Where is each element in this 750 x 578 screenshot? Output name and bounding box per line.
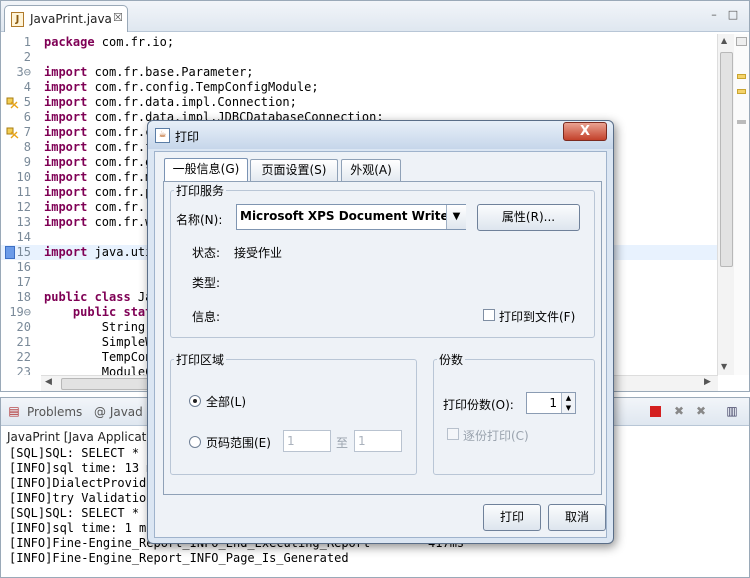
- tab-problems[interactable]: Problems: [27, 405, 82, 419]
- scroll-down-icon[interactable]: ▼: [721, 362, 727, 371]
- type-label: 类型:: [192, 276, 221, 290]
- all-label[interactable]: 全部(L): [206, 393, 246, 410]
- dialog-title-bar[interactable]: ☕ 打印 X: [148, 121, 613, 149]
- maximize-icon[interactable]: □: [725, 8, 741, 22]
- copies-value: 1: [549, 396, 557, 410]
- range-from-input[interactable]: 1: [283, 430, 331, 452]
- radio-dot: [193, 399, 197, 403]
- console-line: [INFO]Fine-Engine_Report_INFO_Page_Is_Ge…: [9, 551, 349, 565]
- warning-marker[interactable]: [737, 74, 746, 79]
- console-line: [SQL]SQL: SELECT * F: [9, 446, 154, 460]
- remove-all-icon[interactable]: ✖: [694, 404, 708, 418]
- editor-tab-label: JavaPrint.java: [30, 12, 112, 26]
- minimize-icon[interactable]: –: [706, 8, 722, 22]
- tab-page-setup[interactable]: 页面设置(S): [250, 159, 338, 181]
- console-line: [INFO]sql time: 13 m: [9, 461, 154, 475]
- console-line: [INFO]try Validation: [9, 491, 154, 505]
- range-to-label: 至: [336, 436, 349, 450]
- properties-button[interactable]: 属性(R)...: [477, 204, 580, 231]
- status-value: 接受作业: [234, 246, 283, 260]
- info-label: 信息:: [192, 310, 221, 324]
- chevron-down-icon[interactable]: ▼: [446, 205, 466, 229]
- terminate-icon[interactable]: [650, 406, 661, 417]
- collate-checkbox[interactable]: [447, 428, 459, 440]
- editor-tab-bar: J JavaPrint.java ☒ – □: [1, 1, 749, 32]
- console-line: [INFO]sql time: 1 ms: [9, 521, 154, 535]
- cancel-button[interactable]: 取消: [548, 504, 606, 531]
- code-line: 5 import com.fr.data.impl.Connection;: [1, 95, 717, 110]
- printer-select[interactable]: Microsoft XPS Document Writer ▼: [236, 204, 466, 230]
- code-line: 4 import com.fr.config.TempConfigModule;: [23, 80, 319, 94]
- copies-spinner[interactable]: 1 ▲ ▼: [526, 392, 576, 414]
- remove-launch-icon[interactable]: ✖: [672, 404, 686, 418]
- scroll-thumb[interactable]: [720, 52, 733, 267]
- tab-general[interactable]: 一般信息(G): [164, 158, 248, 182]
- scroll-up-icon[interactable]: ▲: [721, 36, 727, 45]
- range-to-input[interactable]: 1: [354, 430, 402, 452]
- scroll-right-icon[interactable]: ▶: [704, 377, 711, 387]
- copies-count-label: 打印份数(O):: [443, 398, 514, 412]
- occurrence-marker[interactable]: [737, 120, 746, 124]
- print-to-file-checkbox[interactable]: [483, 309, 495, 321]
- editor-tab-javaprint[interactable]: J JavaPrint.java ☒: [4, 5, 128, 32]
- close-icon[interactable]: ☒: [113, 11, 123, 24]
- dialog-title: 打印: [175, 130, 200, 144]
- close-button[interactable]: X: [563, 122, 607, 141]
- print-dialog: ☕ 打印 X 一般信息(G) 页面设置(S) 外观(A) 打印服务 名称(N):…: [147, 120, 614, 544]
- console-line: [INFO]DialectProvide: [9, 476, 154, 490]
- console-page-icon[interactable]: ▥: [725, 404, 739, 418]
- java-app-icon: ☕: [155, 128, 170, 143]
- code-line: 2: [23, 50, 31, 64]
- java-file-icon: J: [11, 12, 24, 27]
- tab-appearance[interactable]: 外观(A): [341, 159, 401, 181]
- problems-icon: ▤: [8, 404, 20, 418]
- copies-title: 份数: [437, 351, 466, 368]
- scroll-left-icon[interactable]: ◀: [45, 377, 52, 387]
- print-button[interactable]: 打印: [483, 504, 541, 531]
- console-header: JavaPrint [Java Applicatio: [7, 430, 158, 444]
- all-radio[interactable]: [189, 395, 201, 407]
- print-service-title: 打印服务: [174, 182, 227, 199]
- console-line: [SQL]SQL: SELECT * F: [9, 506, 154, 520]
- spinner-down-icon[interactable]: ▼: [561, 403, 575, 413]
- collate-label[interactable]: 逐份打印(C): [463, 427, 529, 444]
- tab-javadoc[interactable]: @ Javad: [94, 405, 143, 419]
- name-label: 名称(N):: [176, 213, 223, 227]
- general-tab-panel: 打印服务 名称(N): Microsoft XPS Document Write…: [163, 181, 602, 495]
- page-range-radio[interactable]: [189, 436, 201, 448]
- dialog-body: 一般信息(G) 页面设置(S) 外观(A) 打印服务 名称(N): Micros…: [154, 151, 607, 538]
- code-line: 1 package com.fr.io;: [23, 35, 175, 49]
- copies-group: [433, 359, 595, 475]
- overview-box-icon: [736, 37, 747, 46]
- spinner-up-icon[interactable]: ▲: [561, 393, 575, 403]
- vertical-scrollbar[interactable]: ▲ ▼: [717, 34, 734, 375]
- code-line: 3⊖ import com.fr.base.Parameter;: [16, 65, 254, 79]
- status-label: 状态:: [192, 246, 221, 260]
- printer-value: Microsoft XPS Document Writer: [240, 209, 455, 223]
- print-range-title: 打印区域: [174, 351, 227, 368]
- page-range-label[interactable]: 页码范围(E): [206, 434, 271, 451]
- print-to-file-label[interactable]: 打印到文件(F): [499, 308, 575, 325]
- overview-ruler: [734, 34, 749, 375]
- print-range-group: [170, 359, 417, 475]
- warning-marker[interactable]: [737, 89, 746, 94]
